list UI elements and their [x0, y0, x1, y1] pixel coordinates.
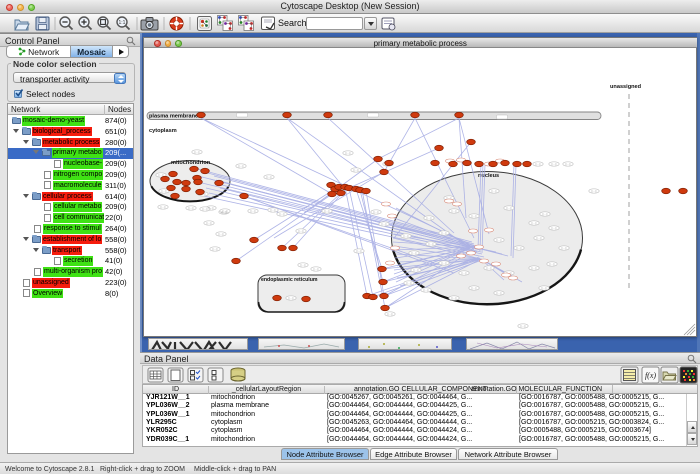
svg-text:[···]: [···] — [552, 226, 557, 230]
svg-text:[···]: [···] — [442, 231, 447, 235]
svg-text:[···]: [···] — [404, 234, 409, 238]
svg-text:[···]: [···] — [203, 207, 208, 211]
svg-text:[···]: [···] — [452, 296, 457, 300]
svg-text:[···]: [···] — [536, 162, 541, 166]
svg-text:1:1: 1:1 — [119, 20, 126, 26]
svg-text:mitochondrion: mitochondrion — [171, 160, 211, 166]
svg-text:[···]: [···] — [497, 291, 502, 295]
svg-text:[···]: [···] — [517, 246, 522, 250]
svg-text:[···]: [···] — [195, 150, 200, 154]
svg-text:[···]: [···] — [189, 206, 194, 210]
svg-text:[···]: [···] — [162, 189, 167, 193]
svg-text:[···]: [···] — [407, 281, 412, 285]
svg-text:[···]: [···] — [592, 189, 597, 193]
svg-text:[···]: [···] — [543, 212, 548, 216]
svg-text:[···]: [···] — [452, 209, 457, 213]
svg-text:[···]: [···] — [552, 162, 557, 166]
svg-text:[···]: [···] — [472, 214, 477, 218]
svg-text:[···]: [···] — [289, 296, 294, 300]
svg-text:[···]: [···] — [213, 247, 218, 251]
svg-text:[···]: [···] — [566, 162, 571, 166]
svg-text:[···]: [···] — [507, 206, 512, 210]
svg-text:[···]: [···] — [442, 261, 447, 265]
svg-text:[···]: [···] — [412, 251, 417, 255]
svg-text:[···]: [···] — [521, 324, 526, 328]
svg-text:[···]: [···] — [357, 249, 362, 253]
svg-text:[···]: [···] — [219, 232, 224, 236]
svg-text:cytoplasm: cytoplasm — [149, 128, 177, 134]
svg-text:[···]: [···] — [346, 151, 351, 155]
svg-text:[···]: [···] — [161, 205, 166, 209]
svg-text:[···]: [···] — [414, 268, 419, 272]
svg-text:[···]: [···] — [497, 238, 502, 242]
svg-text:[···]: [···] — [239, 164, 244, 168]
svg-text:[···]: [···] — [314, 267, 319, 271]
svg-text:nucleus: nucleus — [478, 173, 499, 179]
svg-text:endoplasmic reticulum: endoplasmic reticulum — [261, 277, 318, 283]
svg-text:[···]: [···] — [429, 242, 434, 246]
svg-text:[···]: [···] — [462, 271, 467, 275]
svg-text:[···]: [···] — [382, 222, 387, 226]
svg-text:unassigned: unassigned — [610, 84, 642, 90]
svg-text:[···]: [···] — [532, 266, 537, 270]
svg-text:[···]: [···] — [388, 312, 393, 316]
svg-text:[···]: [···] — [550, 262, 555, 266]
svg-text:[···]: [···] — [280, 212, 285, 216]
svg-text:[···]: [···] — [427, 216, 432, 220]
svg-text:[···]: [···] — [325, 209, 330, 213]
svg-text:[···]: [···] — [472, 286, 477, 290]
svg-text:[···]: [···] — [251, 209, 256, 213]
svg-text:[···]: [···] — [271, 208, 276, 212]
svg-text:[···]: [···] — [487, 266, 492, 270]
svg-text:[···]: [···] — [267, 175, 272, 179]
svg-text:[···]: [···] — [537, 236, 542, 240]
svg-text:f(x): f(x) — [645, 371, 656, 380]
svg-text:[···]: [···] — [354, 168, 359, 172]
svg-text:[···]: [···] — [492, 189, 497, 193]
svg-text:[···]: [···] — [223, 209, 228, 213]
svg-text:[···]: [···] — [424, 288, 429, 292]
svg-text:[···]: [···] — [301, 263, 306, 267]
svg-text:[···]: [···] — [207, 221, 212, 225]
svg-text:[···]: [···] — [532, 221, 537, 225]
svg-text:[···]: [···] — [209, 206, 214, 210]
svg-text:[···]: [···] — [562, 246, 567, 250]
svg-text:[···]: [···] — [374, 210, 379, 214]
svg-text:[···]: [···] — [299, 229, 304, 233]
svg-text:plasma membrane: plasma membrane — [149, 114, 198, 120]
svg-text:[···]: [···] — [542, 286, 547, 290]
